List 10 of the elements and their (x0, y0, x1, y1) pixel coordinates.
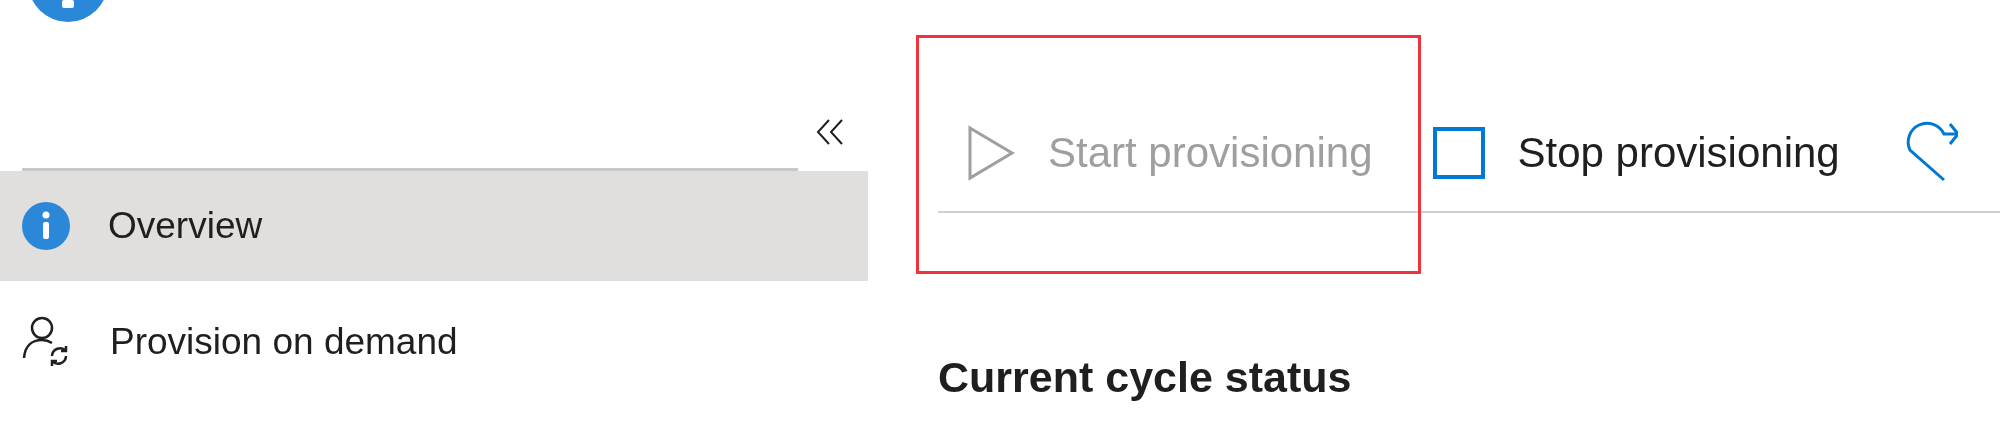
stop-icon (1432, 127, 1485, 179)
sidebar-item[interactable]: Provision on demand (0, 281, 868, 403)
info-icon (22, 202, 70, 250)
sidebar-item-label: Overview (108, 205, 263, 247)
toolbar-button[interactable]: Stop provisioning (1396, 95, 1864, 211)
play-icon (967, 125, 1015, 181)
section-heading: Current cycle status (938, 353, 1352, 402)
collapse-icon[interactable] (816, 118, 844, 146)
sidebar-item[interactable]: Overview (0, 171, 868, 281)
sidebar-item-label: Provision on demand (110, 321, 458, 363)
